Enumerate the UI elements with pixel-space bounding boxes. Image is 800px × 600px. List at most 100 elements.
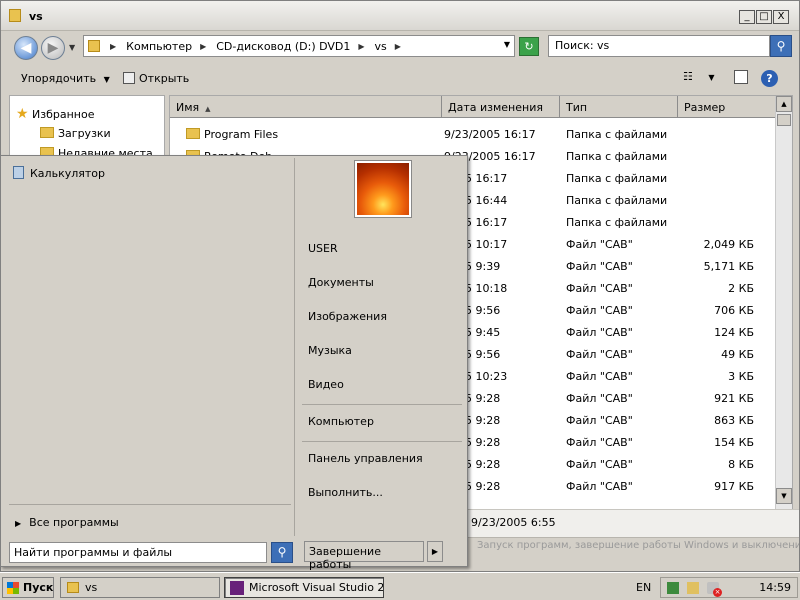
address-row: ◀ ▶ ▼ ▶ Компьютер ▶ CD-дисковод (D:) DVD…	[1, 31, 799, 61]
chevron-right-icon[interactable]: ▶	[200, 42, 206, 51]
user-avatar[interactable]	[355, 161, 411, 217]
shutdown-options-button[interactable]: ▶	[427, 541, 443, 562]
breadcrumb-vs[interactable]: vs	[375, 40, 387, 53]
chevron-right-icon[interactable]: ▶	[358, 42, 364, 51]
column-header-name[interactable]: Имя ▲	[170, 96, 442, 118]
column-header-date[interactable]: Дата изменения	[442, 96, 560, 118]
file-date: 9/23/2005 16:17	[444, 128, 536, 141]
start-search-input[interactable]: Найти программы и файлы	[9, 542, 267, 563]
file-type: Файл "CAB"	[566, 348, 633, 361]
breadcrumb-cd-drive[interactable]: CD-дисковод (D:) DVD1	[216, 40, 350, 53]
file-type: Файл "CAB"	[566, 480, 633, 493]
folder-icon	[40, 127, 54, 138]
chevron-right-icon[interactable]: ▶	[395, 42, 401, 51]
file-name-text: Program Files	[204, 128, 279, 141]
file-type: Папка с файлами	[566, 194, 668, 207]
vertical-scrollbar[interactable]: ▲ ▼	[775, 96, 792, 530]
preview-pane-button[interactable]	[734, 70, 748, 84]
window-title: vs	[29, 10, 43, 23]
maximize-button[interactable]: □	[756, 10, 772, 24]
organize-button[interactable]: Упорядочить ▼	[21, 72, 110, 85]
nav-favorites-label: Избранное	[32, 108, 95, 121]
taskbar-button-label: vs	[85, 581, 98, 594]
taskbar-button-label: Microsoft Visual Studio 2...	[249, 581, 384, 594]
place-music[interactable]: Музыка	[308, 344, 352, 357]
start-button[interactable]: Пуск	[2, 577, 54, 598]
file-size: 917 КБ	[714, 480, 754, 493]
taskbar-button-visual-studio[interactable]: Microsoft Visual Studio 2...	[224, 577, 384, 598]
forward-button[interactable]: ▶	[41, 36, 65, 60]
folder-icon	[9, 9, 21, 22]
action-center-icon[interactable]	[687, 582, 699, 594]
open-icon	[123, 72, 135, 84]
chevron-down-icon[interactable]: ▼	[504, 40, 510, 49]
views-button[interactable]: ☷ ▼	[683, 70, 715, 83]
divider	[9, 504, 291, 505]
sort-up-icon: ▲	[205, 105, 211, 113]
start-search-button[interactable]: ⚲	[271, 542, 293, 563]
folder-icon	[67, 582, 79, 593]
nav-downloads[interactable]: Загрузки	[40, 127, 111, 140]
title-bar[interactable]: vs _ □ X	[1, 1, 799, 31]
help-button[interactable]: ?	[761, 70, 778, 87]
volume-muted-icon[interactable]: ×	[707, 582, 722, 597]
file-type: Файл "CAB"	[566, 436, 633, 449]
search-input[interactable]: Поиск: vs	[548, 35, 770, 57]
calculator-icon	[13, 166, 24, 179]
file-size: 5,171 КБ	[703, 260, 754, 273]
scroll-up-button[interactable]: ▲	[776, 96, 792, 112]
close-button[interactable]: X	[773, 10, 789, 24]
scroll-down-button[interactable]: ▼	[776, 488, 792, 504]
open-label: Открыть	[139, 72, 190, 85]
refresh-button[interactable]: ↻	[519, 37, 539, 56]
column-header-type[interactable]: Тип	[560, 96, 678, 118]
scroll-thumb[interactable]	[777, 114, 791, 126]
search-icon: ⚲	[277, 545, 287, 559]
all-programs-label: Все программы	[29, 516, 119, 529]
all-programs-button[interactable]: ▶ Все программы	[15, 516, 119, 529]
program-calculator[interactable]: Калькулятор	[13, 166, 105, 180]
file-type: Папка с файлами	[566, 172, 668, 185]
place-pictures[interactable]: Изображения	[308, 310, 387, 323]
shutdown-button[interactable]: Завершение работы	[304, 541, 424, 571]
file-type: Файл "CAB"	[566, 260, 633, 273]
place-control-panel[interactable]: Панель управления	[308, 452, 423, 465]
place-run[interactable]: Выполнить...	[308, 486, 383, 499]
recent-pages-dropdown[interactable]: ▼	[69, 43, 75, 52]
file-type: Файл "CAB"	[566, 392, 633, 405]
arrow-right-icon: ▶	[47, 40, 59, 56]
file-size: 2,049 КБ	[703, 238, 754, 251]
navigation-pane: ★ Избранное Загрузки Недавние места	[9, 95, 165, 160]
file-size: 49 КБ	[721, 348, 754, 361]
chevron-right-icon[interactable]: ▶	[110, 42, 116, 51]
column-name-label: Имя	[176, 101, 200, 114]
place-documents[interactable]: Документы	[308, 276, 374, 289]
taskbar: Пуск vs Microsoft Visual Studio 2... EN …	[0, 572, 800, 600]
file-size: 2 КБ	[728, 282, 754, 295]
file-name: Program Files	[186, 128, 278, 141]
place-user[interactable]: USER	[308, 242, 338, 255]
triangle-right-icon: ▶	[431, 547, 439, 556]
place-videos[interactable]: Видео	[308, 378, 344, 391]
start-menu: Калькулятор ▶ Все программы Найти програм…	[0, 155, 468, 571]
place-computer[interactable]: Компьютер	[308, 415, 374, 428]
open-button[interactable]: Открыть	[123, 72, 189, 85]
start-label: Пуск	[23, 581, 54, 594]
minimize-button[interactable]: _	[739, 10, 755, 24]
taskbar-button-vs-folder[interactable]: vs	[60, 577, 220, 598]
file-type: Файл "CAB"	[566, 238, 633, 251]
network-icon[interactable]	[667, 582, 679, 594]
nav-favorites[interactable]: ★ Избранное	[16, 106, 95, 122]
back-button[interactable]: ◀	[14, 36, 38, 60]
windows-logo-icon	[7, 582, 19, 594]
file-size: 921 КБ	[714, 392, 754, 405]
language-indicator[interactable]: EN	[636, 581, 651, 594]
file-type: Папка с файлами	[566, 216, 668, 229]
breadcrumb-computer[interactable]: Компьютер	[126, 40, 192, 53]
column-header-size[interactable]: Размер	[678, 96, 776, 118]
clock[interactable]: 14:59	[759, 581, 791, 594]
address-bar[interactable]: ▶ Компьютер ▶ CD-дисковод (D:) DVD1 ▶ vs…	[83, 35, 515, 57]
table-row[interactable]: Program Files 9/23/2005 16:17 Папка с файл…	[170, 124, 776, 146]
start-menu-places: USER Документы Изображения Музыка Видео …	[296, 156, 467, 571]
search-button[interactable]: ⚲	[770, 35, 792, 57]
